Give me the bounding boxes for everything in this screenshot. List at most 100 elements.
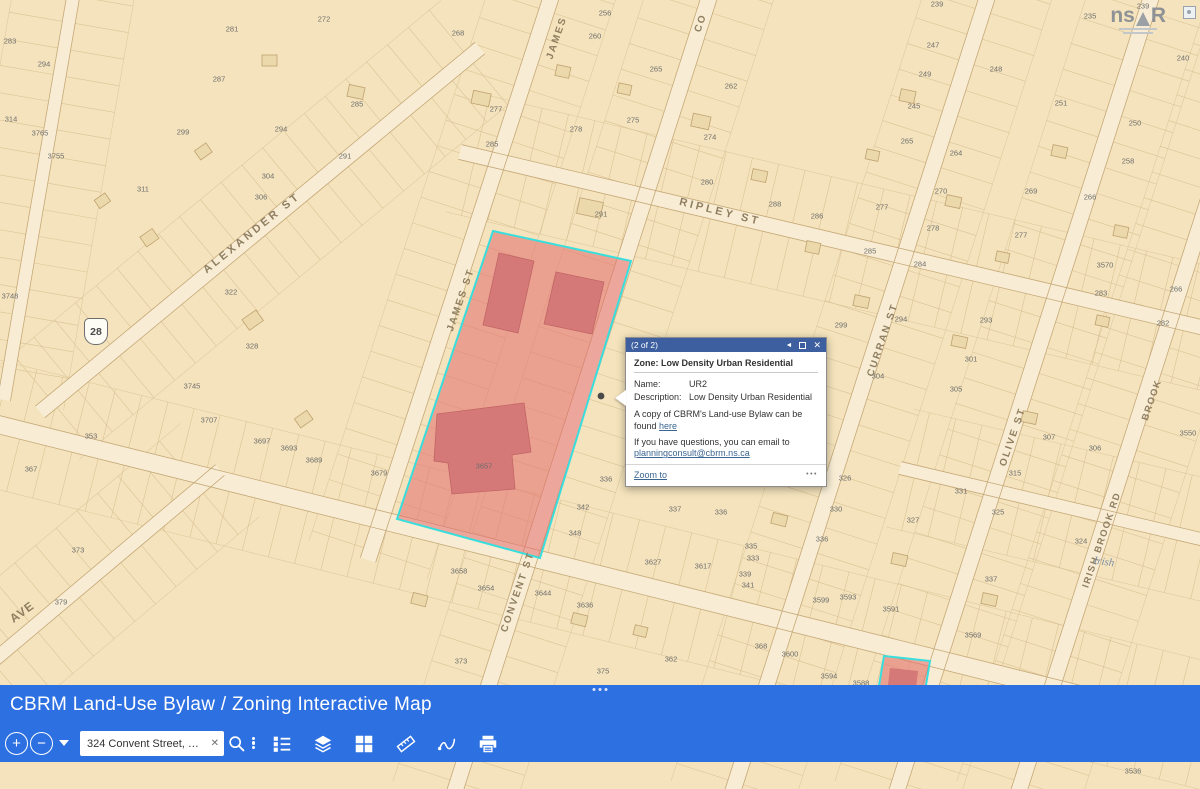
route-number: 28 xyxy=(90,326,102,338)
lot-number: 3591 xyxy=(883,605,900,614)
popup-paragraph-email: If you have questions, you can email to … xyxy=(634,437,818,460)
bottom-bar: CBRM Land-Use Bylaw / Zoning Interactive… xyxy=(0,685,1200,762)
lot-number: 3755 xyxy=(48,152,65,161)
lot-number: 3679 xyxy=(371,469,388,478)
lot-number: 258 xyxy=(1122,157,1135,166)
logo-text-ns: ns xyxy=(1110,5,1135,26)
bylaw-here-link[interactable]: here xyxy=(659,421,677,431)
popup-pager: (2 of 2) xyxy=(631,340,658,350)
popup-menu-icon[interactable]: ••• xyxy=(806,471,818,478)
lot-number: 291 xyxy=(595,210,608,219)
lot-number: 283 xyxy=(4,37,17,46)
email-text: If you have questions, you can email to xyxy=(634,437,790,447)
layers-icon xyxy=(312,733,334,755)
overflow-menu-icon[interactable] xyxy=(252,736,255,750)
measure-button[interactable] xyxy=(395,733,417,755)
lot-number: 336 xyxy=(600,475,613,484)
search-box[interactable]: 324 Convent Street, New ✕ xyxy=(80,731,224,756)
lot-number: 331 xyxy=(955,487,968,496)
popup-header[interactable]: (2 of 2) ◄ ✕ xyxy=(626,338,826,352)
print-button[interactable] xyxy=(477,733,499,755)
lot-number: 379 xyxy=(55,598,68,607)
lot-number: 362 xyxy=(665,655,678,664)
plus-icon: + xyxy=(12,736,21,751)
basemap-gallery-icon xyxy=(353,733,375,755)
zoom-in-button[interactable]: + xyxy=(5,732,28,755)
lot-number: 304 xyxy=(262,172,275,181)
lot-number: 275 xyxy=(627,116,640,125)
lot-number: 336 xyxy=(715,508,728,517)
lot-number: 336 xyxy=(816,535,829,544)
lot-number: 288 xyxy=(769,200,782,209)
lot-number: 282 xyxy=(1157,319,1170,328)
lot-number: 326 xyxy=(839,474,852,483)
lot-number: 294 xyxy=(895,315,908,324)
legend-button[interactable] xyxy=(271,733,293,755)
basemap-gallery-button[interactable] xyxy=(353,733,375,755)
lot-number: 264 xyxy=(950,149,963,158)
lot-number: 333 xyxy=(747,554,760,563)
lot-number: 3765 xyxy=(32,129,49,138)
lot-number: 265 xyxy=(901,137,914,146)
lot-number: 342 xyxy=(577,503,590,512)
map-canvas[interactable]: JAMESCOALEXANDER STJAMES STRIPLEY STCONV… xyxy=(0,0,1200,789)
search-button[interactable] xyxy=(226,733,248,755)
lot-number: 335 xyxy=(745,542,758,551)
search-source-dropdown[interactable] xyxy=(59,740,69,746)
lot-number: 3689 xyxy=(306,456,323,465)
zoom-out-button[interactable]: − xyxy=(30,732,53,755)
lot-number: 285 xyxy=(864,247,877,256)
lot-number: 285 xyxy=(486,140,499,149)
lot-number: 247 xyxy=(927,41,940,50)
lot-number: 270 xyxy=(935,187,948,196)
zoom-to-link[interactable]: Zoom to xyxy=(634,470,667,480)
popup-maximize-icon[interactable] xyxy=(799,342,806,349)
email-link[interactable]: planningconsult@cbrm.ns.ca xyxy=(634,448,750,458)
lot-number: 260 xyxy=(589,32,602,41)
lot-number: 283 xyxy=(1095,289,1108,298)
lot-number: 277 xyxy=(876,203,889,212)
search-input[interactable]: 324 Convent Street, New xyxy=(87,738,205,750)
lot-number: 339 xyxy=(739,570,752,579)
lot-number: 294 xyxy=(275,125,288,134)
partial-widget-icon xyxy=(1183,6,1196,19)
logo-sail-icon xyxy=(1136,12,1150,26)
app-window: JAMESCOALEXANDER STJAMES STRIPLEY STCONV… xyxy=(0,0,1200,789)
lot-number: 324 xyxy=(1075,537,1088,546)
lot-number: 3593 xyxy=(840,593,857,602)
lot-number: 3707 xyxy=(201,416,218,425)
popup-close-icon[interactable]: ✕ xyxy=(813,340,821,351)
logo-tagline xyxy=(1110,28,1166,34)
popup-title: Zone: Low Density Urban Residential xyxy=(626,352,826,372)
lot-number: 3627 xyxy=(645,558,662,567)
lot-number: 306 xyxy=(1089,444,1102,453)
lot-number: 3654 xyxy=(478,584,495,593)
lot-number: 3599 xyxy=(813,596,830,605)
lot-number: 373 xyxy=(455,657,468,666)
lot-number: 250 xyxy=(1129,119,1142,128)
lot-number: 278 xyxy=(927,224,940,233)
draw-button[interactable] xyxy=(436,733,458,755)
layers-button[interactable] xyxy=(312,733,334,755)
attribute-table-handle[interactable] xyxy=(593,688,608,691)
lot-number: 287 xyxy=(213,75,226,84)
lot-number: 3570 xyxy=(1097,261,1114,270)
lot-number: 311 xyxy=(137,185,149,194)
popup-paragraph-bylaw: A copy of CBRM's Land-use Bylaw can be f… xyxy=(634,409,818,432)
lot-number: 299 xyxy=(177,128,190,137)
popup-tail xyxy=(615,390,626,406)
lot-number: 322 xyxy=(225,288,238,297)
popup-fields: Name: UR2 Description: Low Density Urban… xyxy=(626,373,826,405)
lot-number: 277 xyxy=(490,105,503,114)
lot-number: 3745 xyxy=(184,382,201,391)
clear-search-icon[interactable]: ✕ xyxy=(211,738,219,749)
lot-number: 256 xyxy=(599,9,612,18)
lot-number: 301 xyxy=(965,355,978,364)
popup-previous-icon[interactable]: ◄ xyxy=(786,342,793,349)
field-value-name: UR2 xyxy=(689,378,707,391)
lot-number: 315 xyxy=(1009,469,1022,478)
lot-number: 325 xyxy=(992,508,1005,517)
lot-number: 304 xyxy=(872,372,885,381)
lot-number: 3657 xyxy=(476,462,493,471)
field-row: Name: UR2 xyxy=(634,378,818,391)
